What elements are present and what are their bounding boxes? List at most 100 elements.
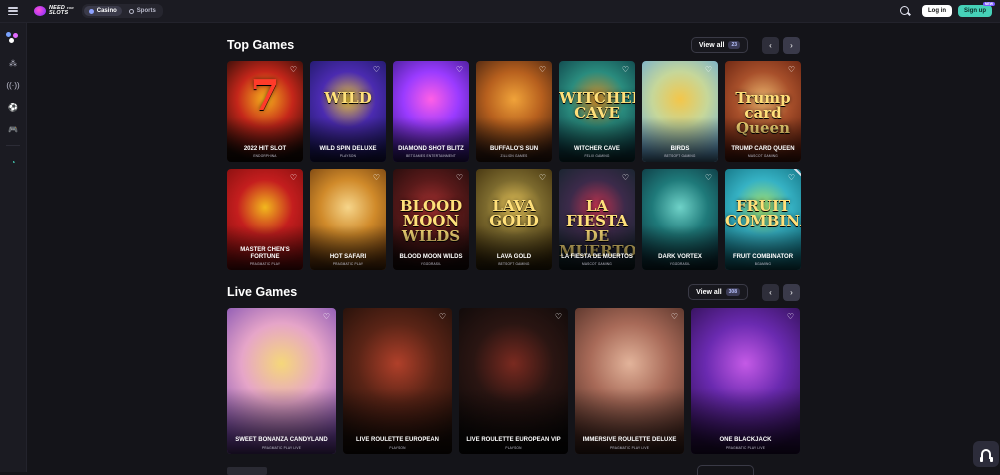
favorite-heart-icon[interactable]: ♡ <box>289 173 298 182</box>
game-provider: PLAYSON <box>505 446 522 450</box>
game-provider: BGAMING <box>754 262 772 266</box>
game-name: LIVE ROULETTE EUROPEAN VIP <box>466 436 561 443</box>
game-card[interactable]: ♡ BUFFALO'S SUN ZILLION GAMES <box>476 61 552 162</box>
game-card[interactable]: BLOOD MOON WILDS♡BLOOD MOON WILDSYGGDRAS… <box>393 169 469 270</box>
card-gradient-overlay <box>459 388 568 454</box>
game-name: BLOOD MOON WILDS <box>399 253 463 260</box>
game-name: MASTER CHEN'S FORTUNE <box>240 247 290 260</box>
game-name: LA FIESTA DE MUERTOS <box>561 253 633 260</box>
game-provider: PLAYSON <box>389 446 406 450</box>
game-card[interactable]: ♡ ONE BLACKJACK PRAGMATIC PLAY LIVE <box>691 308 800 454</box>
game-name: WILD SPIN DELUXE <box>319 145 377 152</box>
game-provider: BETSOFT GAMING <box>498 262 530 266</box>
game-card[interactable]: ♡ MASTER CHEN'S FORTUNE PRAGMATIC PLAY <box>227 169 303 270</box>
section-title: Live Games <box>227 285 298 299</box>
game-provider: PRAGMATIC PLAY <box>249 262 281 266</box>
prev-arrow-icon[interactable]: ‹ <box>762 283 779 301</box>
favorite-heart-icon[interactable]: ♡ <box>670 312 679 321</box>
game-name: BUFFALO'S SUN <box>489 145 539 152</box>
favorite-heart-icon[interactable]: ♡ <box>538 173 547 182</box>
prev-arrow-icon[interactable]: ‹ <box>762 36 779 54</box>
favorite-heart-icon[interactable]: ♡ <box>704 173 713 182</box>
support-headset-icon[interactable]: ◔ <box>5 154 21 170</box>
football-icon <box>128 8 134 14</box>
count-badge: 308 <box>725 288 740 296</box>
gamepad-icon[interactable]: 🎮 <box>5 121 21 137</box>
favorite-heart-icon[interactable]: ♡ <box>786 312 795 321</box>
favorite-heart-icon[interactable]: ♡ <box>538 65 547 74</box>
new-badge: NEW <box>982 2 995 6</box>
menu-icon[interactable] <box>8 7 18 15</box>
game-card[interactable]: FRUIT COMBINATOR♡FRUIT COMBINATORBGAMING <box>725 169 801 270</box>
favorite-heart-icon[interactable]: ♡ <box>704 65 713 74</box>
game-card[interactable]: ♡ HOT SAFARI PRAGMATIC PLAY <box>310 169 386 270</box>
favorite-heart-icon[interactable]: ♡ <box>554 312 563 321</box>
game-card[interactable]: ♡ BIRDS BETSOFT GAMING <box>642 61 718 162</box>
game-card[interactable]: 7 ♡ 2022 HIT SLOT ENDORPHINA <box>227 61 303 162</box>
favorite-heart-icon[interactable]: ♡ <box>455 173 464 182</box>
favorite-heart-icon[interactable]: ♡ <box>787 65 796 74</box>
favorite-heart-icon[interactable]: ♡ <box>438 312 447 321</box>
game-name: FRUIT COMBINATOR <box>732 253 794 260</box>
game-card[interactable]: WITCHER CAVE♡WITCHER CAVEFELIX GAMING <box>559 61 635 162</box>
support-chat-button[interactable] <box>973 441 999 467</box>
favorite-heart-icon[interactable]: ♡ <box>289 65 298 74</box>
view-all-button[interactable]: View all 308 <box>688 284 748 300</box>
favorite-heart-icon[interactable]: ♡ <box>787 173 796 182</box>
game-card[interactable]: LAVA GOLD ♡ LAVA GOLD BETSOFT GAMING <box>476 169 552 270</box>
live-games-header: Live Games View all 308 ‹ › <box>227 283 800 301</box>
next-arrow-icon[interactable]: › <box>783 36 800 54</box>
game-card[interactable]: LA FIESTA DE MUERTOS♡LA FIESTA DE MUERTO… <box>559 169 635 270</box>
game-card[interactable]: ♡ LIVE ROULETTE EUROPEAN VIP PLAYSON <box>459 308 568 454</box>
favorite-heart-icon[interactable]: ♡ <box>322 312 331 321</box>
favorite-heart-icon[interactable]: ♡ <box>372 65 381 74</box>
game-name: IMMERSIVE ROULETTE DELUXE <box>582 436 677 443</box>
game-card[interactable]: ♡ DARK VORTEX YGGDRASIL <box>642 169 718 270</box>
games-cluster-icon[interactable] <box>4 31 22 45</box>
headset-icon <box>980 449 991 462</box>
next-arrow-icon[interactable]: › <box>783 283 800 301</box>
sidebar-divider <box>6 145 20 146</box>
game-provider: BETGAMES ENTERTAINMENT <box>406 154 456 158</box>
product-switcher: Casino Sports <box>81 4 163 18</box>
view-all-button[interactable]: View all 23 <box>690 37 748 53</box>
football-icon[interactable]: ⚽ <box>5 99 21 115</box>
favorite-heart-icon[interactable]: ♡ <box>621 65 630 74</box>
logo-mark-icon <box>34 6 46 16</box>
game-provider: YGGDRASIL <box>420 262 442 266</box>
favorite-heart-icon[interactable]: ♡ <box>372 173 381 182</box>
game-card[interactable]: ♡ DIAMOND SHOT BLITZ BETGAMES ENTERTAINMEN… <box>393 61 469 162</box>
game-name: DIAMOND SHOT BLITZ <box>398 145 464 152</box>
game-name: LIVE ROULETTE EUROPEAN <box>355 436 439 443</box>
section-title: Top Games <box>227 38 295 52</box>
cherries-icon[interactable]: ⁂ <box>5 55 21 71</box>
game-provider: PLAYSON <box>339 154 357 158</box>
game-card[interactable]: Trump card Queen♡TRUMP CARD QUEENMASCOT … <box>725 61 801 162</box>
game-provider: ENDORPHINA <box>253 154 277 158</box>
card-gradient-overlay <box>227 388 336 454</box>
top-bar: NEED FOR SLOTS Casino Sports Log in Sign… <box>0 0 1000 23</box>
tab-casino[interactable]: Casino <box>83 6 122 16</box>
main-content: Top Games View all 23 ‹ › 7 ♡ 2022 HIT SLO… <box>27 23 1000 475</box>
login-button[interactable]: Log in <box>922 5 952 17</box>
game-name: ONE BLACKJACK <box>719 436 772 443</box>
game-card[interactable]: ♡ LIVE ROULETTE EUROPEAN PLAYSON <box>343 308 452 454</box>
game-name: BIRDS <box>670 145 690 152</box>
sidebar: ⁂ ((·)) ⚽ 🎮 ◔ <box>0 23 27 472</box>
live-broadcast-icon[interactable]: ((·)) <box>5 77 21 93</box>
tab-sports[interactable]: Sports <box>124 6 161 16</box>
game-provider: PRAGMATIC PLAY <box>332 262 364 266</box>
game-name: LAVA GOLD <box>496 253 532 260</box>
card-gradient-overlay <box>575 388 684 454</box>
game-card[interactable]: ♡ IMMERSIVE ROULETTE DELUXE PRAGMATIC PLAY… <box>575 308 684 454</box>
signup-button[interactable]: Sign up NEW <box>958 2 995 17</box>
game-card[interactable]: WILD ♡ WILD SPIN DELUXE PLAYSON <box>310 61 386 162</box>
next-section-view-all-peek[interactable] <box>697 465 754 475</box>
logo[interactable]: NEED FOR SLOTS <box>34 5 74 16</box>
game-card[interactable]: ♡ SWEET BONANZA CANDYLAND PRAGMATIC PLAY L… <box>227 308 336 454</box>
next-section-title-peek <box>227 467 267 475</box>
favorite-heart-icon[interactable]: ♡ <box>621 173 630 182</box>
favorite-heart-icon[interactable]: ♡ <box>455 65 464 74</box>
search-icon[interactable] <box>900 6 910 16</box>
game-name: DARK VORTEX <box>658 253 702 260</box>
